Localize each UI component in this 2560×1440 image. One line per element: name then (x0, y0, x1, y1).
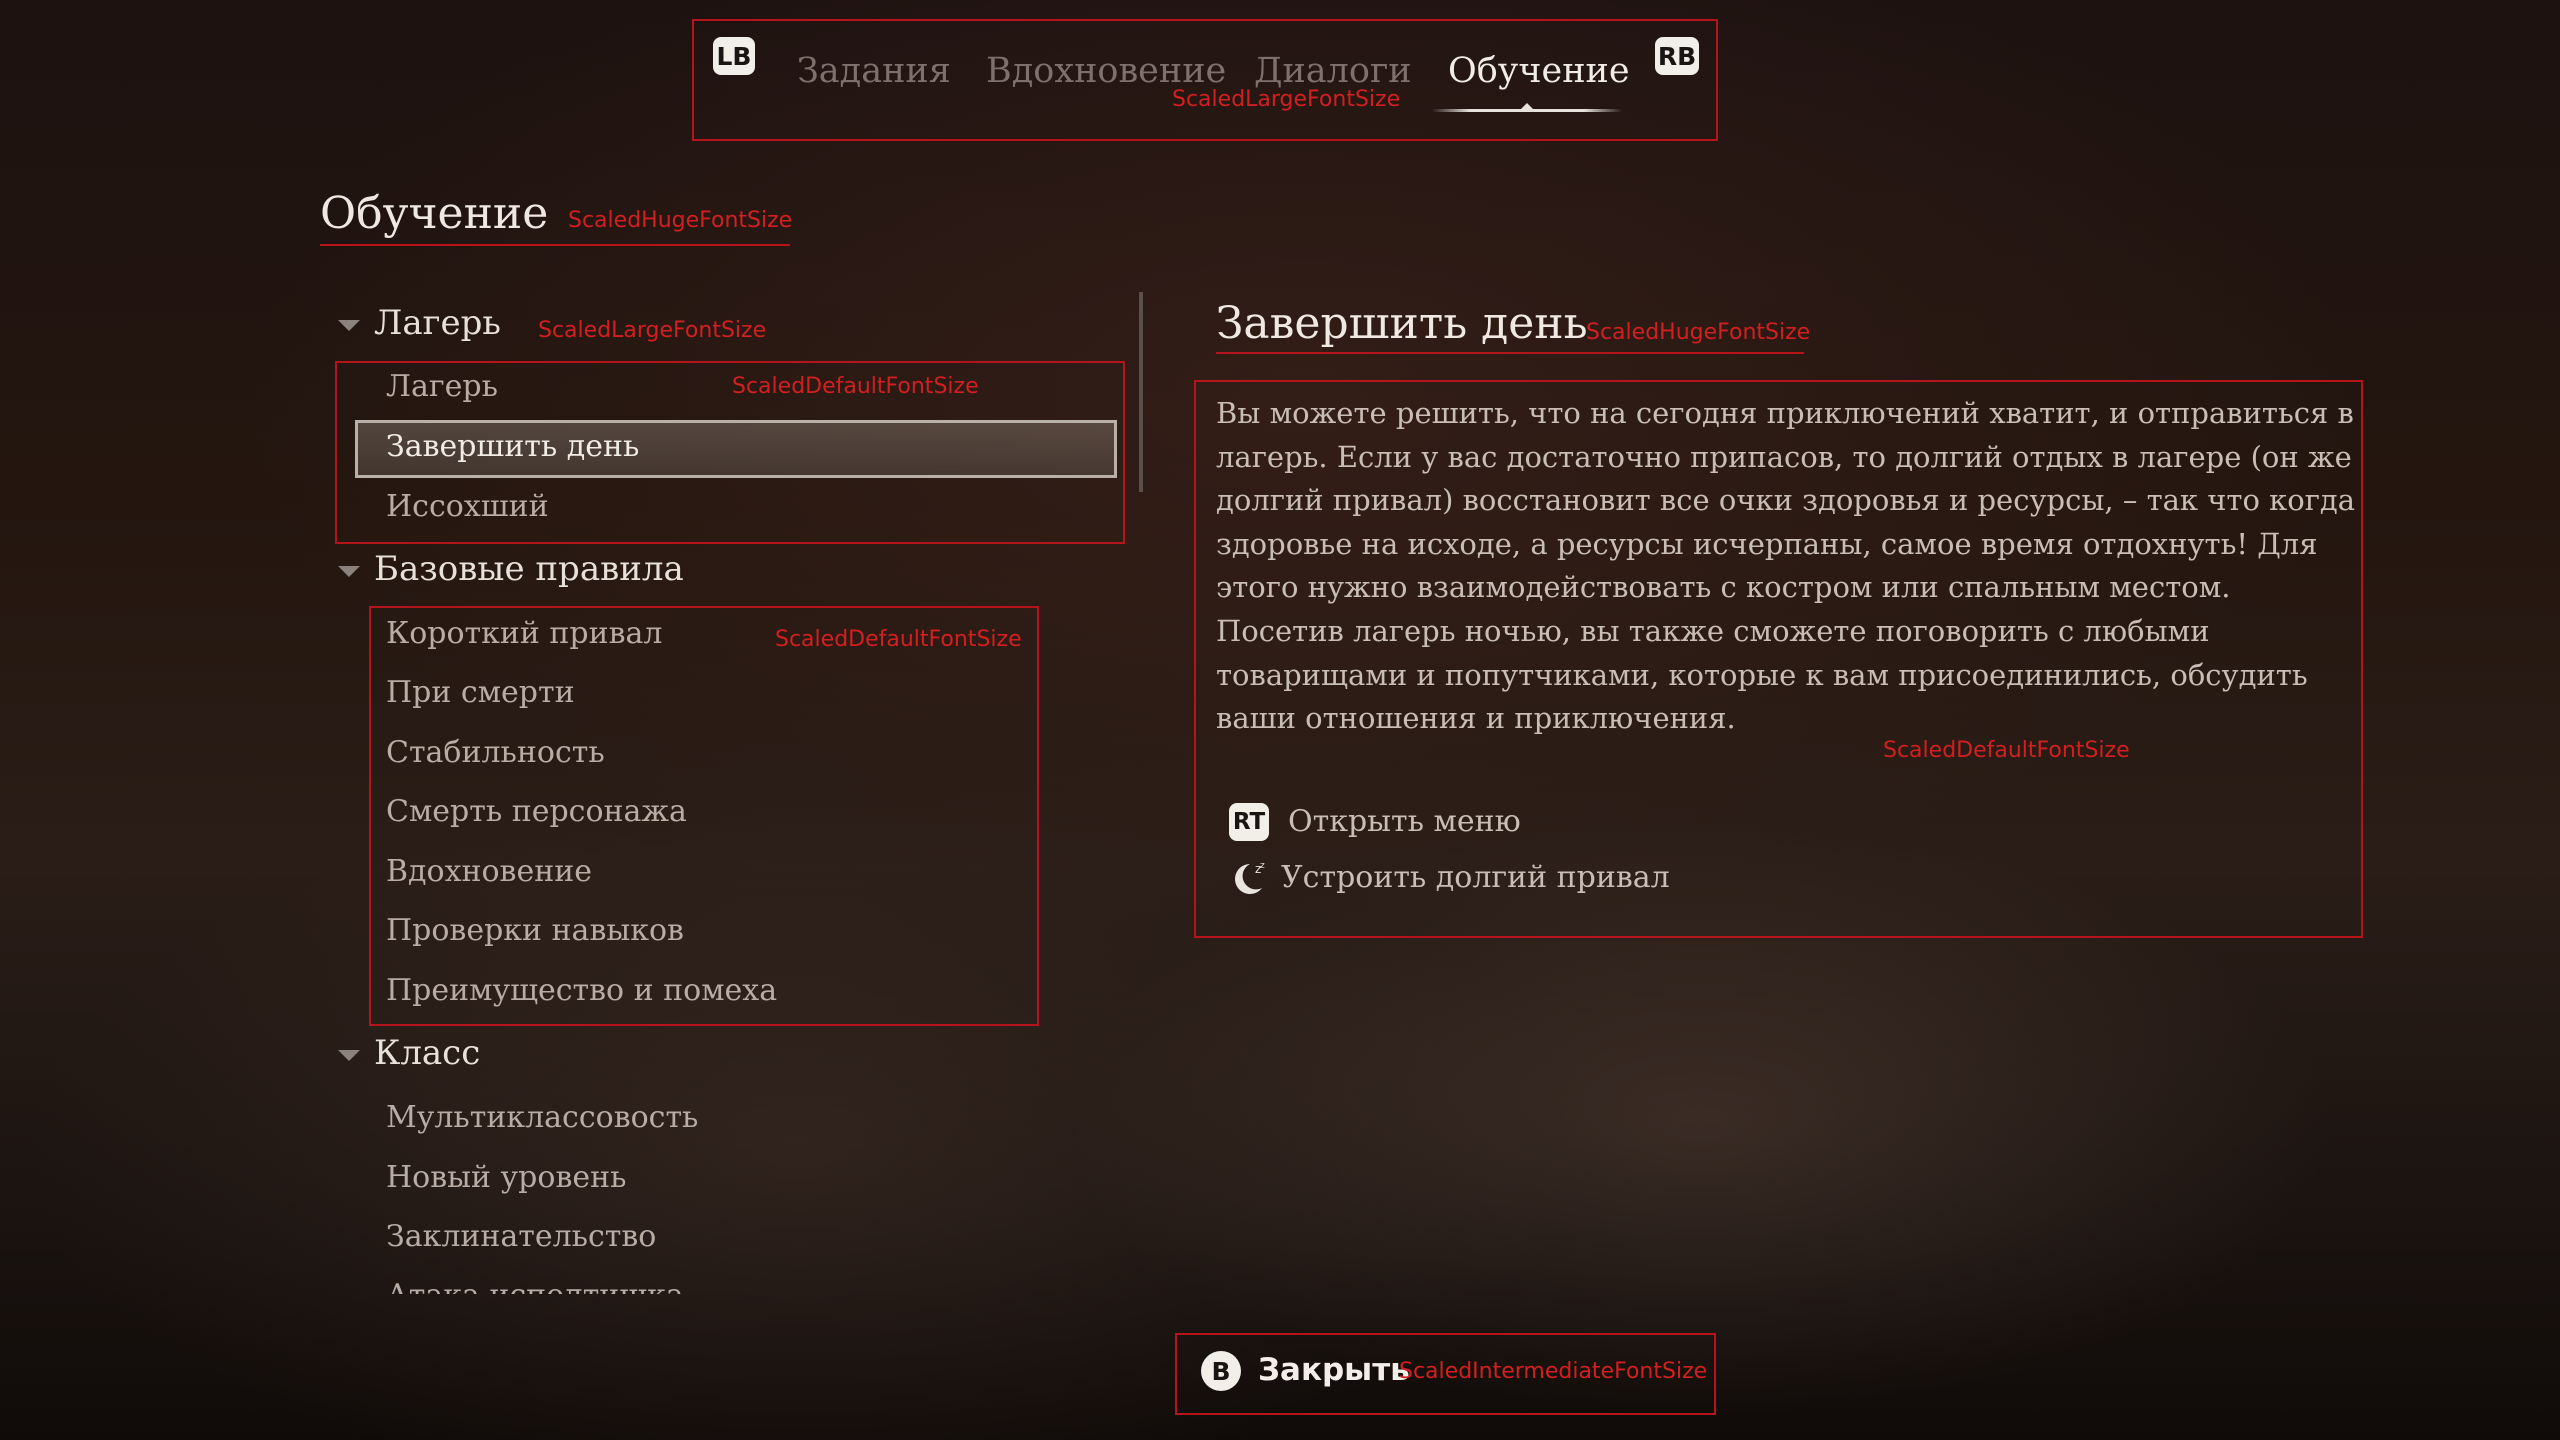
list-item-multiclass[interactable]: Мультиклассовость (386, 1100, 698, 1135)
top-tab-bar: LB Задания Вдохновение Диалоги Обучение … (692, 19, 1718, 141)
tab-dialogues[interactable]: Диалоги (1254, 51, 1412, 91)
page-title: Обучение (320, 188, 549, 239)
list-item-advantage[interactable]: Преимущество и помеха (386, 973, 777, 1008)
lb-bumper-icon[interactable]: LB (713, 37, 755, 75)
page-title-underline (320, 244, 790, 246)
rt-button-icon: RT (1229, 803, 1269, 841)
detail-paragraph-1: Вы можете решить, что на сегодня приключ… (1216, 396, 2356, 604)
list-item-clipped-wrapper: Атака исподтишка (386, 1272, 886, 1294)
list-item-character-death[interactable]: Смерть персонажа (386, 794, 687, 829)
list-item-stability[interactable]: Стабильность (386, 735, 605, 770)
tab-inspiration[interactable]: Вдохновение (986, 51, 1226, 91)
tab-quests[interactable]: Задания (797, 51, 951, 91)
action-open-menu-label: Открыть меню (1288, 804, 1521, 839)
list-scrollbar[interactable] (1139, 292, 1143, 492)
chevron-down-icon[interactable] (338, 1050, 360, 1061)
detail-title-underline (1216, 352, 1804, 354)
list-item-spellcasting[interactable]: Заклинательство (386, 1219, 656, 1254)
basic-rules-debug-label: ScaledDefaultFontSize (775, 627, 1022, 652)
active-tab-indicator (1432, 103, 1622, 112)
section-header-basic-rules[interactable]: Базовые правила (374, 549, 684, 589)
close-button-label: Закрыть (1258, 1352, 1410, 1388)
detail-title: Завершить день (1216, 298, 1588, 349)
list-item-withered[interactable]: Иссохший (386, 489, 549, 524)
svg-text:z: z (1260, 861, 1265, 871)
camp-items-debug-label: ScaledDefaultFontSize (732, 374, 979, 399)
list-item-sneak-attack[interactable]: Атака исподтишка (386, 1278, 684, 1294)
section-header-camp[interactable]: Лагерь (374, 303, 501, 343)
section-header-debug-label: ScaledLargeFontSize (538, 318, 767, 343)
rb-bumper-icon[interactable]: RB (1655, 37, 1699, 75)
list-item-short-rest[interactable]: Короткий привал (386, 616, 662, 651)
list-item-downed[interactable]: При смерти (386, 675, 575, 710)
close-button-debug-label: ScaledIntermediateFontSize (1399, 1359, 1708, 1384)
list-item-end-day[interactable]: Завершить день (386, 429, 639, 464)
moon-sleep-icon: z z (1228, 858, 1268, 898)
chevron-down-icon[interactable] (338, 566, 360, 577)
tab-tutorial[interactable]: Обучение (1448, 51, 1630, 91)
page-title-debug-label: ScaledHugeFontSize (568, 208, 793, 233)
detail-paragraph-2: Посетив лагерь ночью, вы также сможете п… (1216, 614, 2308, 735)
action-long-rest-label: Устроить долгий привал (1281, 860, 1670, 895)
section-header-class[interactable]: Класс (374, 1033, 480, 1073)
list-item-inspiration[interactable]: Вдохновение (386, 854, 592, 889)
list-item-camp[interactable]: Лагерь (386, 369, 498, 404)
list-item-skill-checks[interactable]: Проверки навыков (386, 913, 684, 948)
b-button-icon: B (1201, 1351, 1241, 1391)
detail-title-debug-label: ScaledHugeFontSize (1586, 320, 1811, 345)
detail-body-debug-label: ScaledDefaultFontSize (1883, 738, 2130, 763)
tab-bar-debug-label: ScaledLargeFontSize (1172, 87, 1401, 112)
list-item-level-up[interactable]: Новый уровень (386, 1160, 626, 1195)
chevron-down-icon[interactable] (338, 320, 360, 331)
